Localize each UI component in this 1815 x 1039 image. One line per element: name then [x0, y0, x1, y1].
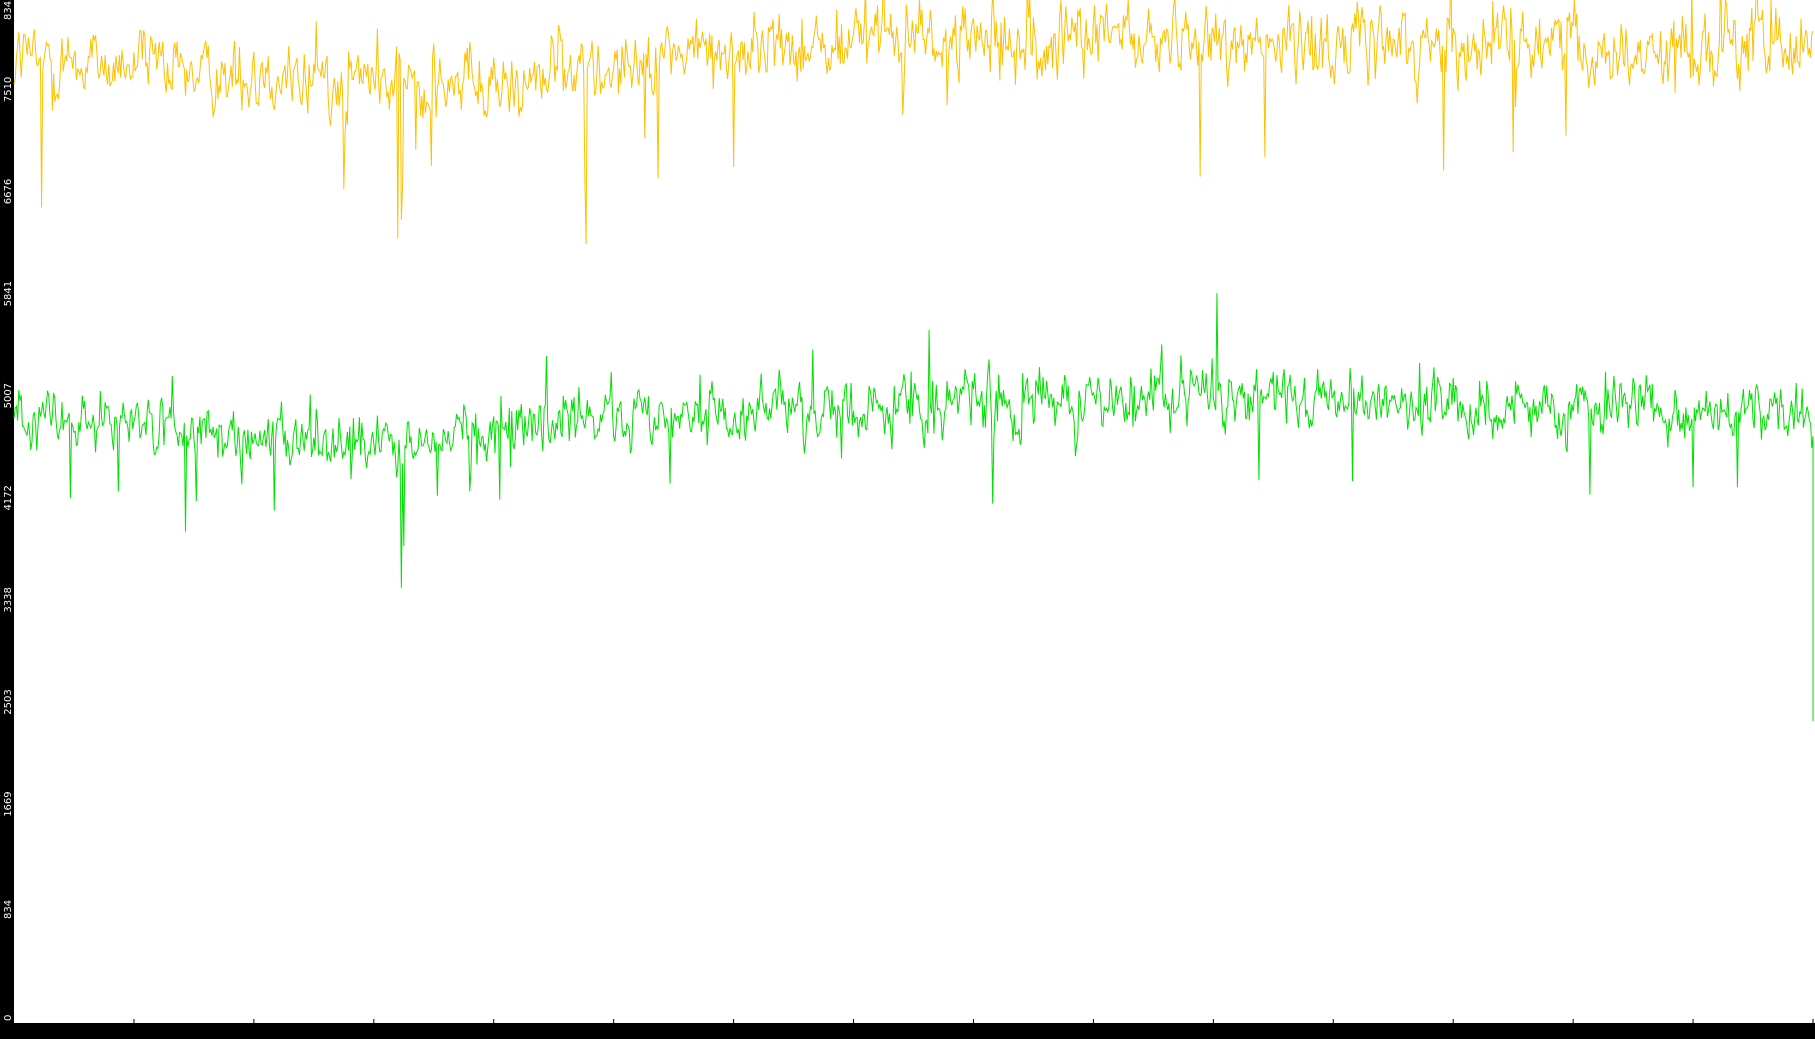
y-tick-label: 5841 [3, 281, 14, 306]
y-tick-label: 8345 [3, 0, 14, 20]
y-tick-label: 5007 [3, 383, 14, 408]
y-tick-label: 3338 [3, 587, 14, 612]
line-chart: 0 834 1669 2503 3338 4172 5007 5841 6676 7510 8345… [0, 0, 1815, 1039]
y-tick-label: 834 [3, 900, 14, 919]
y-tick-label: 4172 [3, 485, 14, 510]
x-axis-band [0, 1023, 1815, 1039]
x-tick-label: 14:02 [239, 1028, 268, 1039]
x-tick-label: 14:07 [839, 1028, 868, 1039]
x-tick-label: 14:13 [1559, 1028, 1588, 1039]
x-tick-label: 14:04 [479, 1028, 508, 1039]
y-tick-label: 6676 [3, 179, 14, 204]
x-tick-label: 14:05 [599, 1028, 628, 1039]
x-tick-label: 14:14 [1679, 1028, 1708, 1039]
x-tick-label: 14:01 [120, 1028, 149, 1039]
x-tick-label: 14:06 [719, 1028, 748, 1039]
y-tick-label: 1669 [3, 791, 14, 816]
x-tick-label: 14:11 [1319, 1028, 1348, 1039]
x-tick-label: 14:09 [1079, 1028, 1108, 1039]
x-tick-label: 14:10 [1199, 1028, 1228, 1039]
x-tick-label: 14:15 [1799, 1028, 1815, 1039]
y-tick-label: 2503 [3, 689, 14, 714]
y-tick-label: 7510 [3, 77, 14, 102]
plot-background [0, 0, 1815, 1039]
x-tick-label: 14:03 [359, 1028, 388, 1039]
x-tick-label: 14:12 [1439, 1028, 1468, 1039]
y-tick-label: 0 [3, 1015, 14, 1021]
x-tick-label: 14:08 [959, 1028, 988, 1039]
